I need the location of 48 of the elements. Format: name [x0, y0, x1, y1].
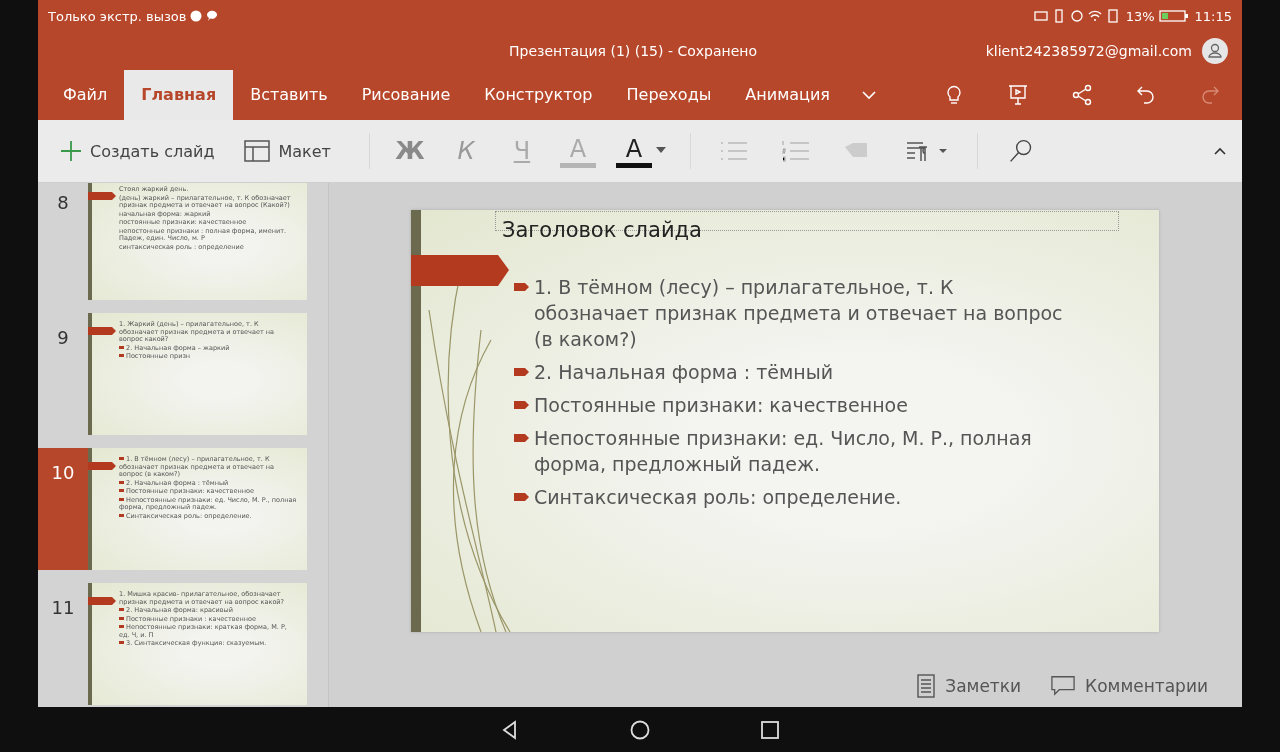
slide-bullet-text: Постоянные признаки: качественное: [534, 393, 908, 418]
battery-percent: 13%: [1125, 8, 1155, 24]
slide-thumbnail[interactable]: [88, 583, 307, 705]
avatar-icon[interactable]: [1202, 38, 1228, 64]
comments-button[interactable]: Комментарии: [1051, 675, 1208, 697]
slide-bullet-text: 1. В тёмном (лесу) – прилагательное, т. К обозначает признак предмета и отвечает на вопрос (в каком?): [534, 275, 1064, 352]
notes-button[interactable]: Заметки: [917, 674, 1022, 698]
slide-thumbnail[interactable]: [88, 448, 307, 570]
alarm-icon: [1069, 9, 1084, 23]
slide-number: 8: [56, 191, 70, 215]
bold-button[interactable]: Ж: [381, 137, 438, 165]
ribbon-tab[interactable]: Анимация: [728, 70, 847, 120]
comment-icon: [1051, 675, 1076, 697]
ribbon-tab[interactable]: Главная: [124, 70, 234, 120]
clock: 11:15: [1194, 8, 1232, 24]
bullet-arrow-icon: [514, 433, 530, 443]
slide-thumbnail[interactable]: [88, 183, 307, 300]
slide-bullet-text: 2. Начальная форма : тёмный: [534, 360, 834, 385]
bullet-arrow-icon: [514, 492, 530, 502]
chat-icon: [206, 10, 219, 22]
ribbon-tab[interactable]: Переходы: [609, 70, 729, 120]
presentation-icon[interactable]: [1006, 83, 1030, 107]
home-icon[interactable]: [630, 719, 650, 740]
new-slide-button[interactable]: Создать слайд: [56, 136, 219, 166]
window-title: Презентация (1) (15) - Сохранено: [509, 43, 757, 59]
slide-bullet-text: Непостоянные признаки: ед. Число, М. Р., полная форма, предложный падеж.: [534, 426, 1033, 477]
slide-number: 9: [56, 326, 70, 350]
wifi-icon: [1087, 9, 1102, 23]
bullet-arrow-icon: [514, 400, 530, 410]
account-email: klient242385972@gmail.com: [985, 43, 1192, 59]
notes-icon: [917, 674, 936, 698]
ribbon-tab[interactable]: Рисование: [344, 70, 468, 120]
plus-icon: [60, 140, 82, 162]
slide-number: 10: [50, 461, 76, 485]
ribbon-tab[interactable]: Вставить: [233, 70, 345, 120]
bullet-arrow-icon: [514, 282, 530, 292]
share-icon[interactable]: [1070, 83, 1094, 107]
layout-button[interactable]: Макет: [240, 136, 335, 166]
ribbon-tab[interactable]: Конструктор: [467, 70, 610, 120]
slide-number: 11: [50, 596, 76, 620]
ribbon-tab[interactable]: Файл: [46, 70, 125, 120]
slide-bullet-text: Синтаксическая роль: определение.: [534, 485, 902, 510]
status-text: Только экстр. вызов: [48, 8, 187, 24]
slide-title: Заголовок слайда: [502, 218, 702, 242]
battery-icon: [1158, 9, 1189, 23]
bullet-arrow-icon: [514, 367, 530, 377]
recents-icon[interactable]: [760, 719, 780, 740]
layout-icon: [244, 140, 271, 162]
